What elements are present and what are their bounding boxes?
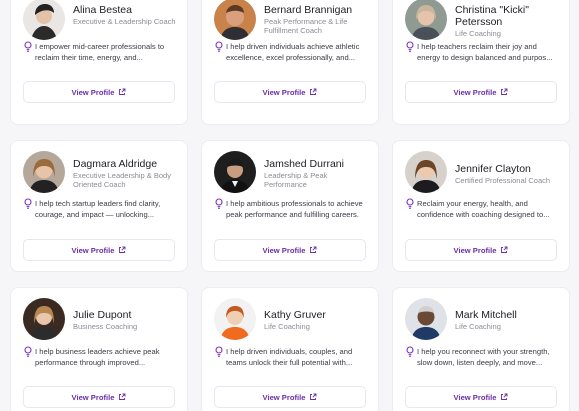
coach-card: Dagmara Aldridge Executive Leadership & … — [10, 140, 188, 272]
view-profile-button[interactable]: View Profile — [23, 386, 175, 408]
coach-name: Alina Bestea — [73, 4, 132, 16]
coach-card: Bernard Brannigan Peak Performance & Lif… — [201, 0, 379, 125]
coach-role: Peak Performance & Life Fulfillment Coac… — [264, 17, 348, 35]
view-profile-button[interactable]: View Profile — [23, 81, 175, 103]
external-link-icon — [119, 393, 126, 400]
coach-description: I help ambitious professionals to achiev… — [226, 199, 363, 219]
coach-role: Executive & Leadership Coach — [73, 17, 176, 26]
coach-role: Executive Leadership & Body Oriented Coa… — [73, 171, 171, 189]
view-profile-label: View Profile — [453, 392, 497, 402]
coach-role: Life Coaching — [455, 29, 501, 38]
coach-role: Leadership & Peak Performance — [264, 171, 328, 189]
coach-card: Mark Mitchell Life Coaching I help you r… — [392, 287, 570, 411]
avatar — [214, 0, 256, 40]
external-link-icon — [119, 88, 126, 95]
lightbulb-icon — [215, 41, 223, 52]
coach-name: Jennifer Clayton — [455, 163, 531, 175]
avatar — [23, 151, 65, 193]
coach-description: I help driven individuals, couples, and … — [226, 347, 353, 367]
avatar — [214, 151, 256, 193]
avatar — [405, 0, 447, 40]
external-link-icon — [310, 246, 317, 253]
external-link-icon — [501, 393, 508, 400]
lightbulb-icon — [215, 198, 223, 209]
coach-card: Jamshed Durrani Leadership & Peak Perfor… — [201, 140, 379, 272]
external-link-icon — [310, 88, 317, 95]
view-profile-button[interactable]: View Profile — [405, 239, 557, 261]
coach-name: Julie Dupont — [73, 309, 132, 321]
lightbulb-icon — [24, 346, 32, 357]
view-profile-button[interactable]: View Profile — [214, 386, 366, 408]
view-profile-label: View Profile — [453, 245, 497, 255]
coach-role: Life Coaching — [264, 322, 310, 331]
avatar — [405, 298, 447, 340]
external-link-icon — [501, 88, 508, 95]
coach-description: Reclaim your energy, health, and confide… — [417, 199, 550, 219]
coach-description: I help you reconnect with your strength,… — [417, 347, 550, 367]
coach-name: Bernard Brannigan — [264, 4, 353, 16]
coach-description: I help business leaders achieve peak per… — [35, 347, 160, 367]
lightbulb-icon — [406, 41, 414, 52]
view-profile-button[interactable]: View Profile — [405, 386, 557, 408]
view-profile-label: View Profile — [71, 245, 115, 255]
coach-description: I help tech startup leaders find clarity… — [35, 199, 161, 219]
coach-card: Christina "Kicki" Petersson Life Coachin… — [392, 0, 570, 125]
lightbulb-icon — [24, 198, 32, 209]
coach-role: Business Coaching — [73, 322, 138, 331]
coach-name: Jamshed Durrani — [264, 158, 344, 170]
view-profile-button[interactable]: View Profile — [405, 81, 557, 103]
view-profile-label: View Profile — [71, 87, 115, 97]
view-profile-label: View Profile — [453, 87, 497, 97]
coach-name: Christina "Kicki" Petersson — [455, 4, 529, 28]
coach-name: Kathy Gruver — [264, 309, 326, 321]
coach-role: Life Coaching — [455, 322, 501, 331]
coach-name: Mark Mitchell — [455, 309, 517, 321]
coach-role: Certified Professional Coach — [455, 176, 551, 185]
external-link-icon — [119, 246, 126, 253]
view-profile-label: View Profile — [71, 392, 115, 402]
lightbulb-icon — [215, 346, 223, 357]
lightbulb-icon — [406, 198, 414, 209]
view-profile-button[interactable]: View Profile — [23, 239, 175, 261]
coach-description: I help teachers reclaim their joy and en… — [417, 42, 553, 62]
coach-description: I help driven individuals achieve athlet… — [226, 42, 360, 62]
view-profile-label: View Profile — [262, 87, 306, 97]
lightbulb-icon — [406, 346, 414, 357]
avatar — [23, 298, 65, 340]
coach-name: Dagmara Aldridge — [73, 158, 158, 170]
view-profile-label: View Profile — [262, 245, 306, 255]
view-profile-button[interactable]: View Profile — [214, 81, 366, 103]
view-profile-button[interactable]: View Profile — [214, 239, 366, 261]
coach-card: Jennifer Clayton Certified Professional … — [392, 140, 570, 272]
external-link-icon — [501, 246, 508, 253]
view-profile-label: View Profile — [262, 392, 306, 402]
avatar — [405, 151, 447, 193]
lightbulb-icon — [24, 41, 32, 52]
avatar — [23, 0, 65, 40]
external-link-icon — [310, 393, 317, 400]
coach-description: I empower mid-career professionals to re… — [35, 42, 165, 62]
avatar — [214, 298, 256, 340]
coach-card: Kathy Gruver Life Coaching I help driven… — [201, 287, 379, 411]
coach-card: Alina Bestea Executive & Leadership Coac… — [10, 0, 188, 125]
coach-card: Julie Dupont Business Coaching I help bu… — [10, 287, 188, 411]
